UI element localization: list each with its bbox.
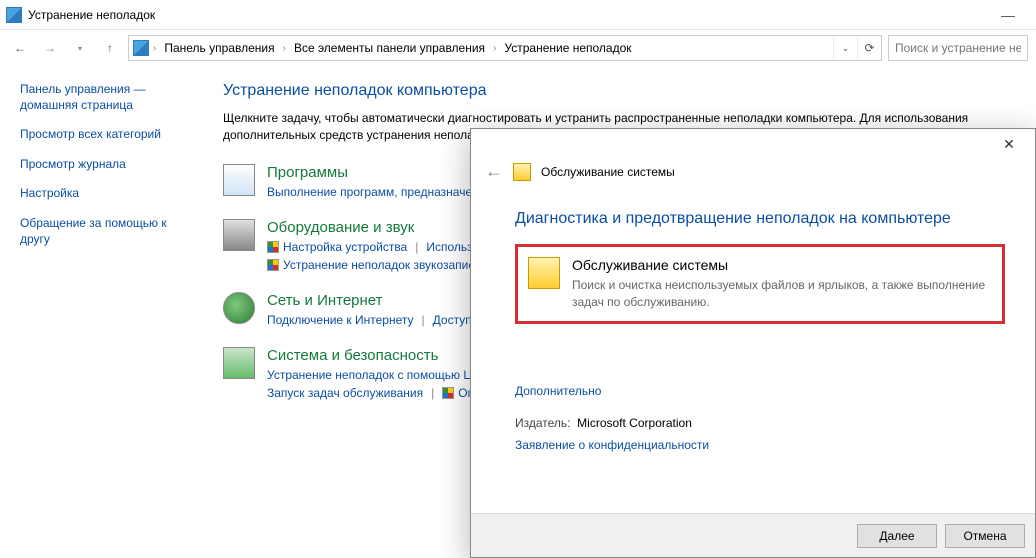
wizard-option-maintenance[interactable]: Обслуживание системы Поиск и очистка неи… [515,244,1005,324]
minimize-button[interactable]: — [986,1,1030,29]
network-icon [223,292,255,324]
privacy-link[interactable]: Заявление о конфиденциальности [515,438,709,452]
maintenance-large-icon [528,257,560,289]
breadcrumb-item[interactable]: Все элементы панели управления [290,41,489,55]
wizard-body: Диагностика и предотвращение неполадок н… [471,190,1035,513]
troubleshooter-wizard: ✕ ← Обслуживание системы Диагностика и п… [470,128,1036,558]
address-bar[interactable]: › Панель управления › Все элементы панел… [128,35,882,61]
navigation-bar: ← → ▾ ↑ › Панель управления › Все элемен… [0,30,1036,66]
sidebar-link-history[interactable]: Просмотр журнала [20,157,197,173]
task-link[interactable]: Устранение неполадок звукозаписи [283,258,481,272]
shield-icon [267,241,279,253]
programs-icon [223,164,255,196]
window-title: Устранение неполадок [28,8,155,22]
publisher-label: Издатель: [515,416,571,430]
shield-icon [442,387,454,399]
sidebar-link-home[interactable]: Панель управления — домашняя страница [20,82,197,113]
wizard-titlebar: ✕ [471,129,1035,159]
wizard-title: Диагностика и предотвращение неполадок н… [515,210,1005,228]
next-button[interactable]: Далее [857,524,937,548]
breadcrumb-item[interactable]: Панель управления [160,41,278,55]
recent-dropdown[interactable]: ▾ [68,36,92,60]
breadcrumb-item[interactable]: Устранение неполадок [500,41,635,55]
sidebar-link-settings[interactable]: Настройка [20,186,197,202]
maintenance-icon [513,163,531,181]
advanced-link[interactable]: Дополнительно [515,384,1005,398]
wizard-footer: Далее Отмена [471,513,1035,557]
cancel-button[interactable]: Отмена [945,524,1025,548]
sidebar-link-categories[interactable]: Просмотр всех категорий [20,127,197,143]
back-button[interactable]: ← [8,36,32,60]
refresh-button[interactable]: ⟳ [857,36,881,60]
close-button[interactable]: ✕ [989,131,1029,157]
search-input[interactable] [893,40,1023,56]
chevron-right-icon: › [493,43,496,54]
publisher-value: Microsoft Corporation [577,416,692,430]
sidebar: Панель управления — домашняя страница Пр… [0,66,205,558]
chevron-right-icon: › [283,43,286,54]
task-link[interactable]: Подключение к Интернету [267,313,414,327]
forward-button: → [38,36,62,60]
sidebar-link-help[interactable]: Обращение за помощью к другу [20,216,197,247]
chevron-right-icon: › [153,43,156,54]
control-panel-icon [133,40,149,56]
wizard-header: ← Обслуживание системы [471,159,1035,190]
wizard-back-button: ← [485,161,503,182]
option-title: Обслуживание системы [572,257,992,273]
app-icon [6,7,22,23]
up-button[interactable]: ↑ [98,36,122,60]
option-description: Поиск и очистка неиспользуемых файлов и … [572,277,992,311]
shield-icon [267,259,279,271]
publisher-info: Издатель: Microsoft Corporation [515,416,1005,430]
search-box[interactable] [888,35,1028,61]
hardware-icon [223,219,255,251]
address-dropdown[interactable]: ⌄ [833,36,857,60]
task-link[interactable]: Запуск задач обслуживания [267,386,423,400]
wizard-header-label: Обслуживание системы [541,165,675,179]
page-heading: Устранение неполадок компьютера [223,82,1024,100]
security-icon [223,347,255,379]
window-titlebar: Устранение неполадок — [0,0,1036,30]
task-link[interactable]: Настройка устройства [283,240,407,254]
